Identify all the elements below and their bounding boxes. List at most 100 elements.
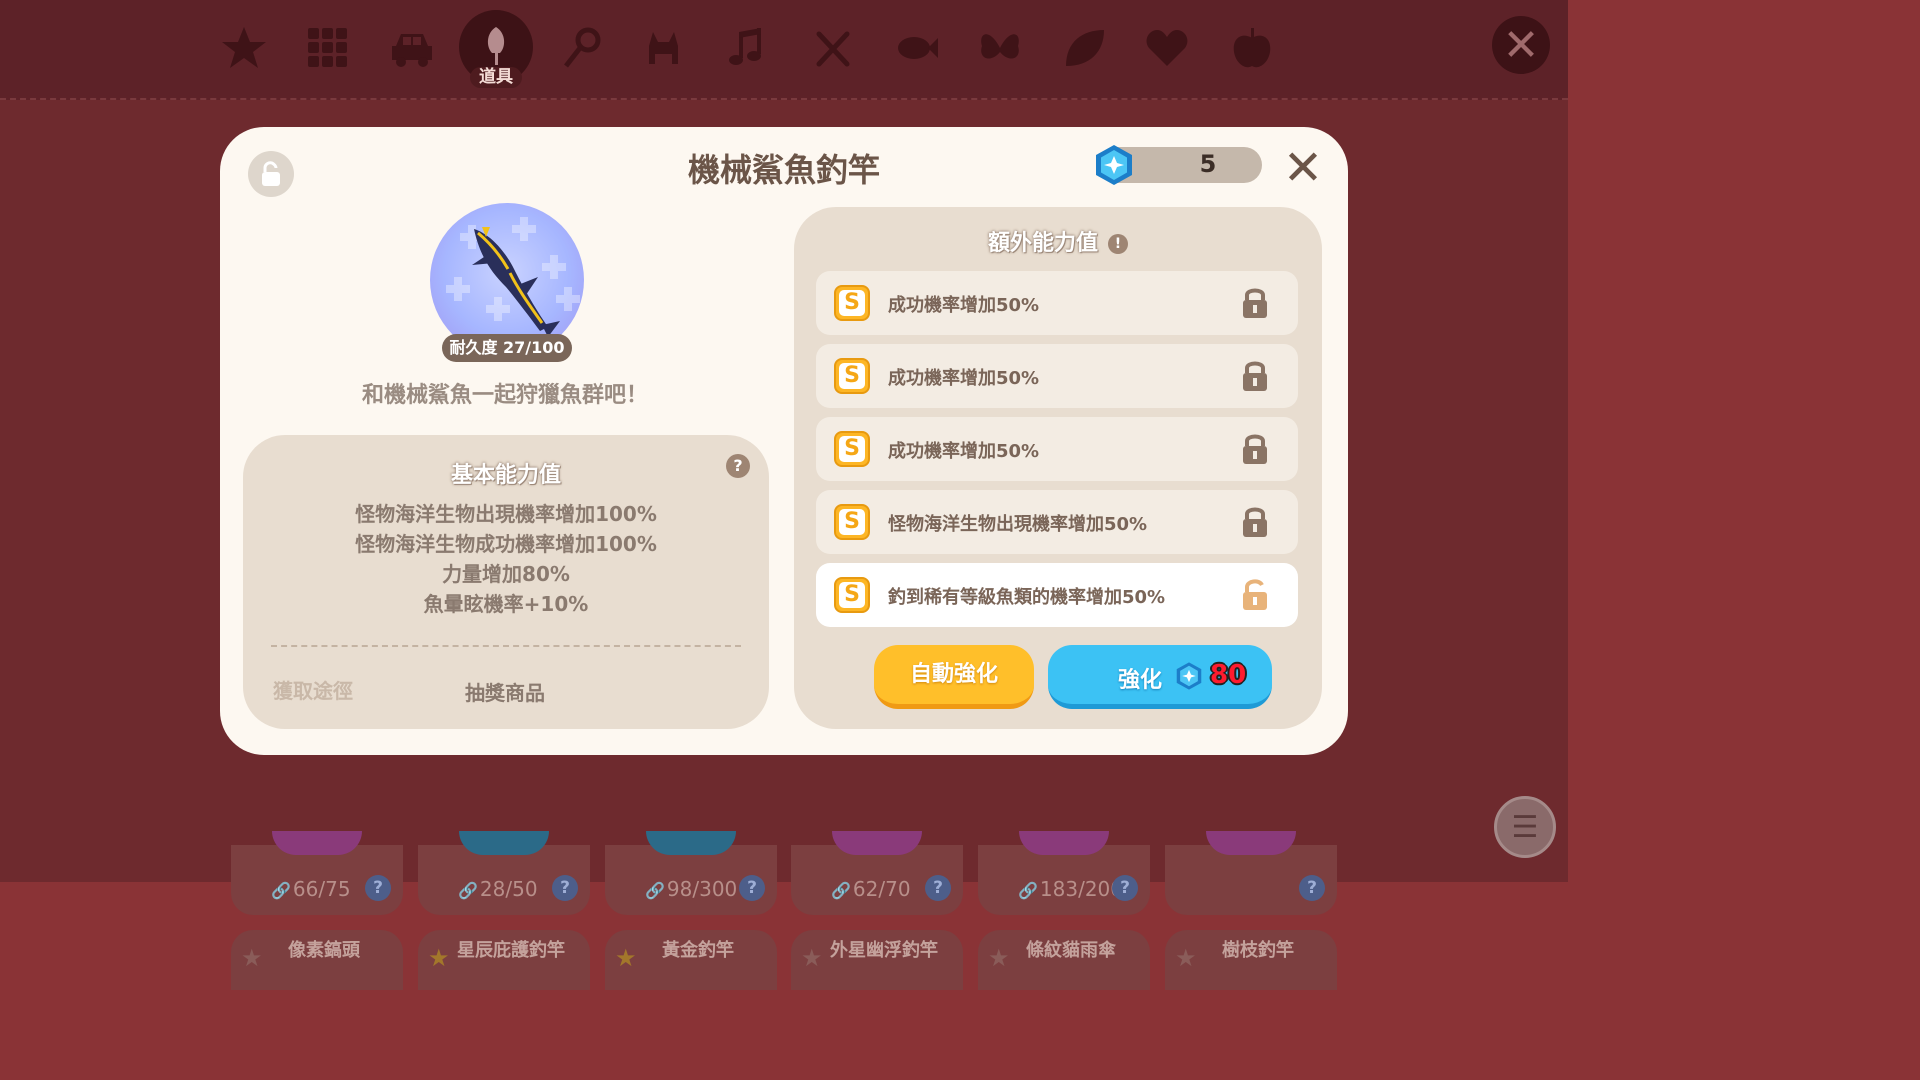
enhance-button[interactable]: 強化 80 (1048, 645, 1272, 709)
grade-badge: S (834, 285, 870, 321)
item-name: 黃金釣竿 (662, 940, 734, 961)
lock-toggle[interactable] (1240, 285, 1270, 323)
basic-stats-list: 怪物海洋生物出現機率增加100% 怪物海洋生物成功機率增加100% 力量增加80… (243, 499, 769, 619)
star-icon: ★ (1175, 944, 1197, 972)
help-icon[interactable]: ? (1112, 875, 1138, 901)
inventory-name-card[interactable]: ★ 條紋貓雨傘 (978, 930, 1150, 990)
car-icon (392, 34, 432, 67)
enhance-cost: 80 (1210, 660, 1247, 690)
grade-letter: S (839, 436, 865, 462)
extra-stats-title-text: 額外能力值 (987, 231, 1098, 256)
star-icon: ★ (988, 944, 1010, 972)
extra-stat-text: 怪物海洋生物出現機率增加50% (888, 514, 1148, 535)
auto-enhance-button[interactable]: 自動強化 (874, 645, 1034, 709)
grade-letter: S (839, 290, 865, 316)
inventory-card[interactable]: 🔗 98/300 ? (605, 831, 777, 915)
leaf-icon (1066, 30, 1104, 66)
basic-stats-panel: 基本能力值 ? 怪物海洋生物出現機率增加100% 怪物海洋生物成功機率增加100… (243, 435, 769, 729)
gem-icon (1092, 143, 1136, 191)
category-likes[interactable] (1131, 12, 1203, 84)
grade-badge: S (834, 358, 870, 394)
category-food[interactable] (1216, 12, 1288, 84)
sort-list-button[interactable]: ☰ (1494, 796, 1556, 858)
close-screen-button[interactable]: ✕ (1492, 16, 1550, 74)
lock-toggle[interactable] (1240, 431, 1270, 469)
inventory-card[interactable]: 🔗 28/50 ? (418, 831, 590, 915)
game-screen: 🔗 66/75 ? 🔗 28/50 ? 🔗 98/300 ? 🔗 62/70 ? 🔗 18… (0, 0, 1568, 990)
category-all[interactable] (292, 12, 364, 84)
extra-stat-row[interactable]: S 成功機率增加50% (816, 417, 1298, 481)
extra-stat-row[interactable]: S 成功機率增加50% (816, 344, 1298, 408)
help-icon[interactable]: ? (1299, 875, 1325, 901)
help-icon[interactable]: ? (925, 875, 951, 901)
item-name: 條紋貓雨傘 (1026, 940, 1116, 961)
help-icon[interactable]: ? (552, 875, 578, 901)
grade-badge: S (834, 577, 870, 613)
help-icon[interactable]: ? (726, 454, 750, 478)
lock-toggle[interactable] (1240, 577, 1270, 615)
inventory-card[interactable]: ? (1165, 831, 1337, 915)
grade-letter: S (839, 582, 865, 608)
link-icon: 🔗 (645, 881, 665, 900)
item-name: 星辰庇護釣竿 (457, 940, 565, 961)
inventory-name-card[interactable]: ★ 黃金釣竿 (605, 930, 777, 990)
sort-list-icon: ☰ (1511, 809, 1539, 845)
category-pets[interactable] (629, 12, 701, 84)
inventory-name-card[interactable]: ★ 星辰庇護釣竿 (418, 930, 590, 990)
extra-stat-row[interactable]: S 成功機率增加50% (816, 271, 1298, 335)
card-durability: 🔗 28/50 (458, 877, 538, 901)
category-tools[interactable]: 道具 (459, 10, 533, 88)
inventory-name-card[interactable]: ★ 外星幽浮釣竿 (791, 930, 963, 990)
item-orb (832, 831, 922, 855)
inventory-card[interactable]: 🔗 66/75 ? (231, 831, 403, 915)
category-cooking[interactable] (797, 12, 869, 84)
category-favorites[interactable] (208, 12, 280, 84)
source-label: 獲取途徑 (273, 679, 353, 703)
inventory-card[interactable]: 🔗 183/200 ? (978, 831, 1150, 915)
gem-icon (1174, 661, 1204, 695)
category-fish[interactable] (880, 12, 952, 84)
item-detail-modal: 機械鯊魚釣竿 5 ✕ 耐久度 27/100 和機械鯊魚一起狩獵魚群吧！ 基本能力… (220, 127, 1348, 755)
category-plants[interactable] (1048, 12, 1120, 84)
extra-stat-text: 成功機率增加50% (888, 441, 1040, 462)
category-music[interactable] (713, 12, 785, 84)
lock-icon (1243, 288, 1267, 318)
link-icon: 🔗 (271, 881, 291, 900)
source-value: 抽獎商品 (465, 681, 545, 705)
basic-stats-title: 基本能力值 (450, 463, 561, 488)
grade-letter: S (839, 363, 865, 389)
close-modal-button[interactable]: ✕ (1280, 144, 1326, 192)
category-magic[interactable] (546, 12, 618, 84)
extra-stat-row[interactable]: S 怪物海洋生物出現機率增加50% (816, 490, 1298, 554)
inventory-card[interactable]: 🔗 62/70 ? (791, 831, 963, 915)
item-description: 和機械鯊魚一起狩獵魚群吧！ (361, 383, 648, 408)
lock-toggle[interactable] (1240, 358, 1270, 396)
extra-stat-row[interactable]: S 釣到稀有等級魚類的機率增加50% (816, 563, 1298, 627)
card-durability: 🔗 183/200 (1018, 877, 1124, 901)
help-icon[interactable]: ? (739, 875, 765, 901)
magic-wand-icon (564, 27, 601, 68)
extra-stat-text: 成功機率增加50% (888, 295, 1040, 316)
star-icon: ★ (241, 944, 263, 972)
category-vehicles[interactable] (376, 12, 448, 84)
divider (271, 645, 741, 647)
music-note-icon (729, 28, 761, 65)
enhance-label: 強化 (1118, 668, 1163, 693)
inventory-name-card[interactable]: ★ 樹枝釣竿 (1165, 930, 1337, 990)
grade-badge: S (834, 504, 870, 540)
gem-count: 5 (1199, 150, 1217, 178)
lock-icon (1243, 361, 1267, 391)
basic-stat: 魚暈眩機率+10% (423, 592, 589, 616)
info-icon[interactable]: ! (1108, 234, 1128, 254)
butterfly-icon (981, 34, 1019, 59)
card-durability: 🔗 66/75 (271, 877, 351, 901)
utensils-icon (816, 31, 850, 67)
inventory-name-card[interactable]: ★ 像素鎬頭 (231, 930, 403, 990)
item-orb (1019, 831, 1109, 855)
close-icon: ✕ (1502, 19, 1540, 71)
lock-toggle[interactable] (1240, 504, 1270, 542)
item-name: 外星幽浮釣竿 (830, 940, 938, 961)
grid-icon (308, 28, 347, 67)
category-insects[interactable] (964, 12, 1036, 84)
help-icon[interactable]: ? (365, 875, 391, 901)
